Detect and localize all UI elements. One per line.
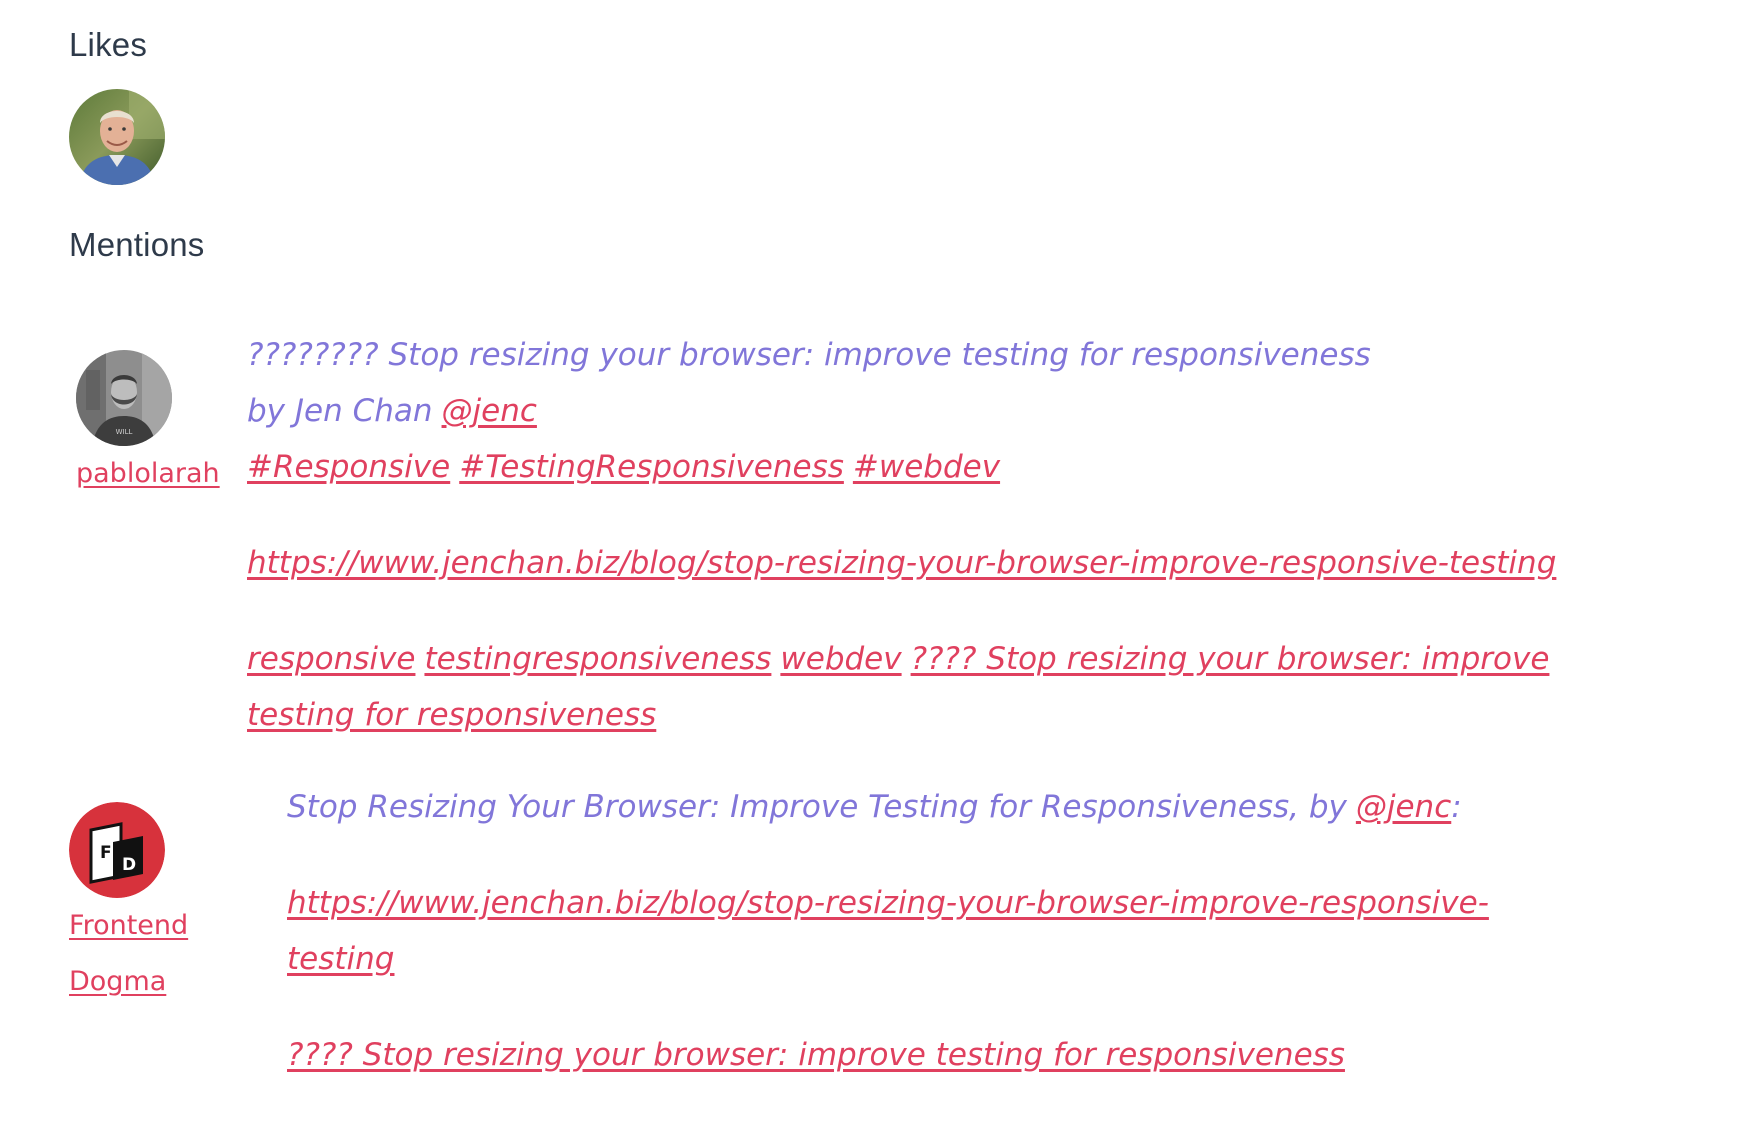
mentions-heading: Mentions [69,226,205,263]
mention-1-url-link[interactable]: https://www.jenchan.biz/blog/stop-resizi… [247,545,1556,581]
mention-1-handle-link[interactable]: @jenc [442,393,537,429]
mention-2-intro: Stop Resizing Your Browser: Improve Test… [287,779,1489,835]
mention-2-url-link-part2[interactable]: testing [287,941,394,977]
mention-2-handle-link[interactable]: @jenc [1356,789,1451,825]
mention-1-headline: ???????? Stop resizing your browser: imp… [247,337,1371,373]
mention-2-url-link-part1[interactable]: https://www.jenchan.biz/blog/stop-resizi… [287,885,1489,921]
author-link-pablolarah[interactable]: pablolarah [76,446,220,502]
mention-1-byline: by Jen Chan @jenc [247,383,1556,439]
frontend-dogma-logo-icon[interactable]: F D [69,802,165,898]
svg-text:WILL: WILL [116,428,133,436]
like-avatar-icon[interactable] [69,89,165,185]
mention-1-title-link-part2[interactable]: testing for responsiveness [247,697,656,733]
author-link-frontend-dogma[interactable]: Frontend Dogma [69,898,188,1010]
author-link-frontend-dogma-line2[interactable]: Dogma [69,954,188,1010]
mention-content-2: Stop Resizing Your Browser: Improve Test… [287,779,1489,1083]
likes-heading: Likes [69,26,148,63]
mention-1-byline-text: by Jen Chan [247,393,433,429]
mention-2-title-link[interactable]: ???? Stop resizing your browser: improve… [287,1037,1345,1073]
tag-link-responsive[interactable]: responsive [247,641,415,677]
tag-link-webdev[interactable]: webdev [780,641,901,677]
pablolarah-avatar-icon[interactable]: WILL [76,350,172,446]
hashtag-link-responsive[interactable]: #Responsive [247,449,450,485]
mention-content-1: ???????? Stop resizing your browser: imp… [247,327,1556,743]
webmentions-section: Likes Mentions WILL pablolarah ???????? … [0,0,1758,1140]
hashtag-link-webdev[interactable]: #webdev [853,449,1000,485]
mention-1-title-link-part1[interactable]: ???? Stop resizing your browser: improve [911,641,1550,677]
svg-text:D: D [122,855,136,875]
author-link-frontend-dogma-line1[interactable]: Frontend [69,898,188,954]
tag-link-testingresponsiveness[interactable]: testingresponsiveness [424,641,771,677]
svg-text:F: F [100,843,112,863]
mention-1-hashtags: #Responsive #TestingResponsiveness #webdev [247,439,1556,495]
mention-2-colon: : [1451,789,1462,825]
hashtag-link-testingresponsiveness[interactable]: #TestingResponsiveness [459,449,844,485]
mention-1-tag-links: responsive testingresponsiveness webdev???… [247,631,1556,687]
mention-2-intro-text: Stop Resizing Your Browser: Improve Test… [287,789,1347,825]
